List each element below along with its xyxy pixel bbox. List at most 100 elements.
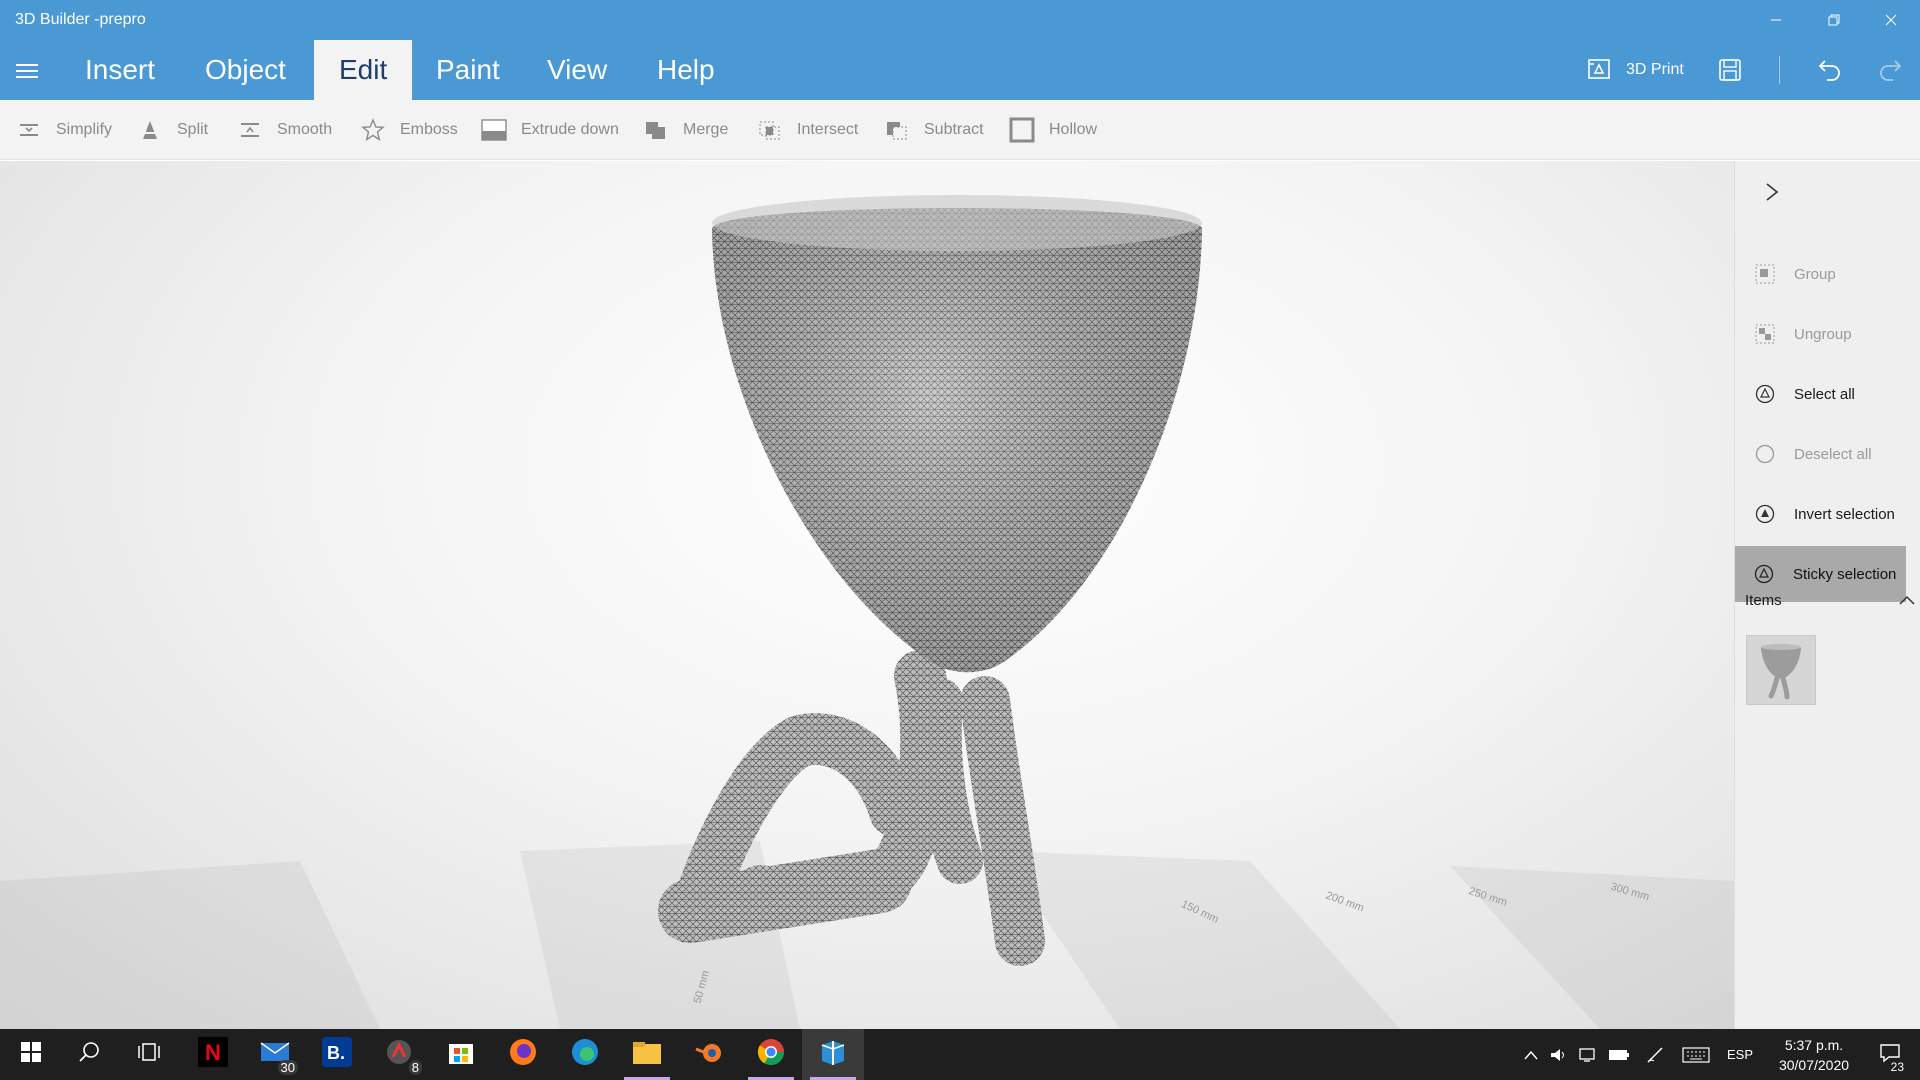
taskbar-app-file-explorer[interactable] (616, 1029, 678, 1080)
hamburger-menu-icon[interactable] (16, 60, 38, 82)
chevron-up-icon[interactable] (1518, 1029, 1544, 1080)
minimize-button[interactable] (1753, 0, 1799, 40)
extrude-down-label: Extrude down (521, 121, 619, 138)
ungroup-icon (1754, 323, 1776, 345)
edge-icon (570, 1037, 600, 1072)
split-button[interactable]: Split (137, 100, 208, 160)
folder-icon (632, 1039, 662, 1070)
extrude-down-button[interactable]: Extrude down (481, 100, 619, 160)
merge-label: Merge (683, 121, 729, 138)
smooth-label: Smooth (277, 121, 333, 138)
netflix-icon: N (198, 1037, 228, 1072)
divider (1779, 56, 1780, 84)
hollow-button[interactable]: Hollow (1009, 100, 1097, 160)
edit-toolbar: Simplify Split Smooth Emboss Extrude dow… (0, 100, 1920, 160)
invert-selection-label: Invert selection (1794, 505, 1895, 523)
tab-paint[interactable]: Paint (411, 40, 525, 100)
app-title: 3D Builder -prepro (15, 11, 146, 28)
clock[interactable]: 5:37 p.m. 30/07/2020 (1762, 1035, 1866, 1075)
deselect-all-button[interactable]: Deselect all (1736, 426, 1906, 482)
items-label: Items (1745, 591, 1782, 609)
subtract-button[interactable]: Subtract (884, 100, 984, 160)
notifications-button[interactable]: 23 (1868, 1029, 1912, 1080)
taskbar-app-3d-builder[interactable] (802, 1029, 864, 1080)
pen-icon[interactable] (1642, 1029, 1668, 1080)
volume-icon[interactable] (1546, 1029, 1572, 1080)
title-bar: 3D Builder -prepro Insert Object Edit Pa… (0, 0, 1920, 100)
simplify-icon (16, 117, 42, 143)
star-icon (360, 117, 386, 143)
network-icon[interactable] (1576, 1029, 1602, 1080)
taskbar-app-mail[interactable]: 30 (244, 1029, 306, 1080)
clock-date: 30/07/2020 (1778, 1057, 1850, 1073)
battery-icon[interactable] (1606, 1029, 1632, 1080)
select-all-button[interactable]: Select all (1736, 366, 1906, 422)
chevron-up-icon[interactable] (1899, 592, 1915, 609)
task-view-icon (137, 1042, 161, 1067)
tab-insert[interactable]: Insert (60, 40, 180, 100)
deselect-all-icon (1754, 443, 1776, 465)
emboss-button[interactable]: Emboss (360, 100, 458, 160)
sticky-selection-label: Sticky selection (1793, 565, 1897, 583)
task-view-button[interactable] (118, 1029, 180, 1080)
tab-edit[interactable]: Edit (314, 40, 413, 100)
intersect-label: Intersect (797, 121, 859, 138)
app-badge: 8 (408, 1060, 422, 1075)
redo-icon[interactable] (1872, 52, 1908, 88)
simplify-label: Simplify (56, 121, 113, 138)
3d-viewport[interactable]: 50 mm 150 mm 200 mm 250 mm 300 mm (0, 161, 1734, 1029)
taskbar-app-blender[interactable] (678, 1029, 740, 1080)
group-button[interactable]: Group (1736, 246, 1906, 302)
split-label: Split (177, 121, 209, 138)
taskbar-app-store[interactable] (430, 1029, 492, 1080)
taskbar-app-netflix[interactable]: N (182, 1029, 244, 1080)
taskbar-app-edge[interactable] (554, 1029, 616, 1080)
extrude-down-icon (481, 117, 507, 143)
smooth-button[interactable]: Smooth (237, 100, 332, 160)
tab-view[interactable]: View (522, 40, 632, 100)
save-icon[interactable] (1712, 52, 1748, 88)
search-icon (78, 1041, 100, 1068)
split-icon (137, 117, 163, 143)
hollow-label: Hollow (1049, 121, 1098, 138)
notification-count: 23 (1888, 1060, 1906, 1074)
subtract-icon (884, 117, 910, 143)
keyboard-icon[interactable] (1680, 1029, 1712, 1080)
search-button[interactable] (58, 1029, 120, 1080)
restore-button[interactable] (1811, 0, 1857, 40)
3d-print-button[interactable]: 3D Print (1586, 52, 1684, 88)
intersect-icon (757, 117, 783, 143)
emboss-label: Emboss (400, 121, 458, 138)
model-mesh[interactable] (658, 195, 1202, 966)
blender-icon (694, 1039, 724, 1070)
ungroup-button[interactable]: Ungroup (1736, 306, 1906, 362)
chevron-right-icon[interactable] (1757, 177, 1787, 207)
close-button[interactable] (1868, 0, 1914, 40)
tab-help[interactable]: Help (632, 40, 740, 100)
start-button[interactable] (0, 1029, 62, 1080)
selection-panel: Group Ungroup Select all Deselect all In… (1734, 161, 1920, 1029)
merge-button[interactable]: Merge (643, 100, 728, 160)
taskbar-app-booking[interactable]: B. (306, 1029, 368, 1080)
3d-builder-icon (818, 1037, 848, 1072)
group-label: Group (1794, 265, 1836, 283)
taskbar-app-icon[interactable]: 8 (368, 1029, 430, 1080)
invert-selection-button[interactable]: Invert selection (1736, 486, 1906, 542)
hollow-icon (1009, 117, 1035, 143)
taskbar-app-firefox[interactable] (492, 1029, 554, 1080)
simplify-button[interactable]: Simplify (16, 100, 112, 160)
intersect-button[interactable]: Intersect (757, 100, 858, 160)
windows-taskbar: N 30 B. 8 ESP 5:37 p.m. 30/07/2020 23 (0, 1029, 1920, 1080)
tab-object[interactable]: Object (180, 40, 311, 100)
booking-icon: B. (322, 1037, 352, 1072)
svg-text:N: N (205, 1040, 221, 1065)
taskbar-app-chrome[interactable] (740, 1029, 802, 1080)
undo-icon[interactable] (1812, 52, 1848, 88)
item-thumbnail[interactable] (1746, 635, 1816, 705)
mail-badge: 30 (277, 1060, 298, 1075)
language-indicator[interactable]: ESP (1722, 1029, 1758, 1080)
items-section-header[interactable]: Items (1745, 585, 1915, 615)
smooth-icon (237, 117, 263, 143)
select-all-icon (1754, 383, 1776, 405)
group-icon (1754, 263, 1776, 285)
